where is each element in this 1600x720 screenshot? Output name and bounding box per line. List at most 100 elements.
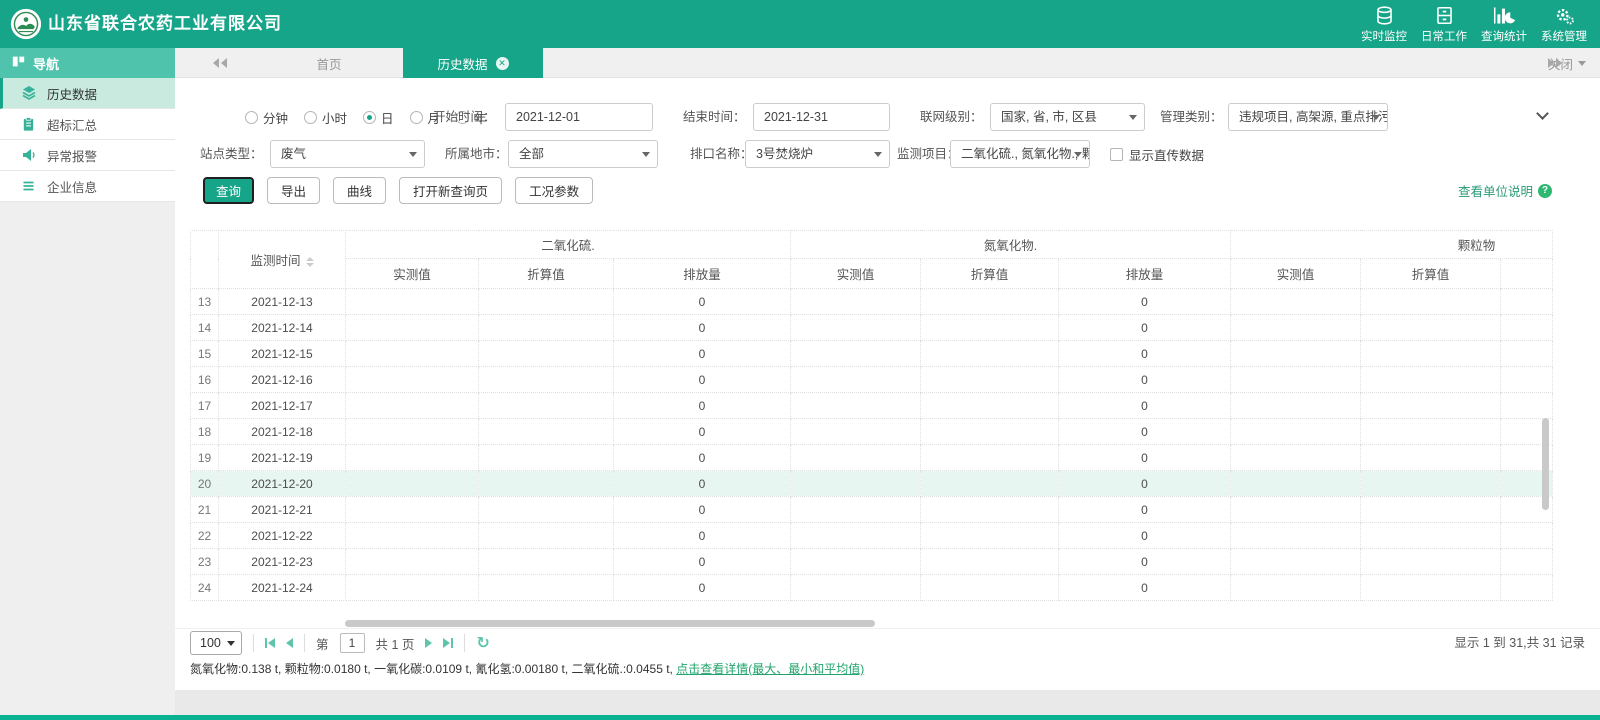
table-row[interactable]: 21 2021-12-21 0 0 <box>190 496 1554 523</box>
bottom-accent-bar <box>0 715 1600 720</box>
station-type-select[interactable]: 废气 <box>270 140 425 168</box>
network-level-label: 联网级别： <box>920 110 983 124</box>
top-nav-query-statistics[interactable]: 查询统计 <box>1474 0 1534 48</box>
top-nav-system-management[interactable]: 系统管理 <box>1534 0 1594 48</box>
sidebar-title: 导航 <box>33 56 60 72</box>
chevron-down-icon <box>409 152 417 157</box>
manage-type-label: 管理类别： <box>1160 110 1223 124</box>
operating-params-button[interactable]: 工况参数 <box>515 177 594 204</box>
sidebar: 导航 历史数据 超标汇总 异常报警 企业信息 <box>0 48 175 715</box>
first-page-button[interactable] <box>265 638 275 648</box>
period-radio-hour[interactable]: 小时 <box>304 108 347 127</box>
period-radio-day[interactable]: 日 <box>363 108 394 127</box>
end-time-input[interactable] <box>753 103 890 131</box>
clipboard-icon <box>20 116 37 132</box>
sort-icon[interactable] <box>305 256 314 267</box>
unit-help-link[interactable]: 查看单位说明 ? <box>1458 177 1552 204</box>
list-icon <box>20 179 37 193</box>
nav-panel-icon <box>12 55 25 71</box>
table-row[interactable]: 18 2021-12-18 0 0 <box>190 418 1554 445</box>
sidebar-item-abnormal-alarm[interactable]: 异常报警 <box>0 140 175 171</box>
radio-circle-icon <box>409 110 423 124</box>
radio-circle-icon <box>245 110 258 124</box>
sidebar-item-enterprise-info[interactable]: 企业信息 <box>0 171 175 202</box>
page-prefix-label: 第 <box>316 637 329 652</box>
tabbar-right: 关闭 <box>1547 48 1586 78</box>
page-size-select[interactable]: 100 <box>190 631 242 655</box>
start-time-input[interactable] <box>505 103 653 131</box>
radio-circle-icon <box>363 110 377 124</box>
monitor-items-select[interactable]: 二氧化硫., 氮氧化物., 颗粒物 <box>950 140 1090 168</box>
question-mark-icon: ? <box>1538 183 1552 198</box>
next-page-button[interactable] <box>425 638 433 648</box>
table-row[interactable]: 17 2021-12-17 0 0 <box>190 392 1554 419</box>
sidebar-menu: 历史数据 超标汇总 异常报警 企业信息 <box>0 78 175 202</box>
manage-type-select[interactable]: 违规项目, 高架源, 重点排污 <box>1228 103 1388 131</box>
database-icon <box>1374 5 1395 25</box>
row-number-header <box>190 230 219 289</box>
chevron-down-icon <box>1578 60 1586 66</box>
page-title: 山东省联合农药工业有限公司 <box>48 14 282 33</box>
column-header-cut <box>1500 258 1554 289</box>
vertical-scrollbar-thumb[interactable] <box>1542 418 1549 510</box>
city-label: 所属地市： <box>445 147 508 161</box>
prev-page-button[interactable] <box>286 638 293 648</box>
chevron-down-icon <box>227 641 235 646</box>
table-header-cols-row: 实测值 折算值 排放量 实测值 折算值 排放量 实测值 折算值 <box>191 258 1554 289</box>
chevron-down-icon <box>1074 152 1082 157</box>
pagination-bar: 100 第 共 1 页 ↻ 显示 1 到 31,共 31 记录 <box>175 628 1600 656</box>
refresh-icon[interactable]: ↻ <box>476 633 489 653</box>
top-nav-realtime-monitoring[interactable]: 实时监控 <box>1354 0 1414 48</box>
curve-button[interactable]: 曲线 <box>333 177 387 204</box>
city-select[interactable]: 全部 <box>508 140 658 168</box>
sidebar-item-history-data[interactable]: 历史数据 <box>0 78 175 109</box>
data-table: 监测时间 二氧化硫. 氮氧化物. 颗粒物 实测值 折算值 排放量 实测值 折算值 排放量 实测值… <box>190 230 1554 601</box>
table-row[interactable]: 24 2021-12-24 0 0 <box>190 574 1554 601</box>
start-time-label: 开始时间： <box>433 110 496 124</box>
column-header-time[interactable]: 监测时间 <box>218 230 346 289</box>
table-row[interactable]: 15 2021-12-15 0 0 <box>190 340 1554 367</box>
tab-home[interactable]: 首页 <box>293 48 365 78</box>
company-logo <box>10 8 42 40</box>
main-content: 分钟 小时 日 月 年 开始时间： 结束时间： 联网级别： 国家, 省, 市, … <box>175 78 1600 690</box>
tab-close-icon[interactable]: ✕ <box>495 56 509 70</box>
table-row[interactable]: 16 2021-12-16 0 0 <box>190 366 1554 393</box>
table-row[interactable]: 14 2021-12-14 0 0 <box>190 314 1554 341</box>
cabinet-icon <box>1435 5 1454 25</box>
open-new-query-button[interactable]: 打开新查询页 <box>399 177 503 204</box>
period-radio-minute[interactable]: 分钟 <box>245 108 288 127</box>
table-row[interactable]: 13 2021-12-13 0 0 <box>190 288 1554 315</box>
gears-icon <box>1554 5 1575 25</box>
show-direct-data-checkbox[interactable]: 显示直传数据 <box>1110 140 1204 168</box>
totals-summary: 氮氧化物:0.138 t, 颗粒物:0.0180 t, 一氧化碳:0.0109 … <box>190 662 865 676</box>
collapse-filters-icon[interactable] <box>1536 107 1549 120</box>
query-button[interactable]: 查询 <box>203 177 255 204</box>
tabs-scroll-right-icon[interactable] <box>1547 48 1562 78</box>
tab-history-data[interactable]: 历史数据 ✕ <box>403 48 543 78</box>
export-button[interactable]: 导出 <box>267 177 321 204</box>
sidebar-item-exceedance-summary[interactable]: 超标汇总 <box>0 109 175 140</box>
chevron-down-icon <box>642 152 650 157</box>
chevron-down-icon <box>1129 115 1137 120</box>
outlet-label: 排口名称： <box>690 147 753 161</box>
layers-icon <box>20 85 37 101</box>
table-row[interactable]: 19 2021-12-19 0 0 <box>190 444 1554 471</box>
column-header: 实测值 <box>790 258 922 289</box>
last-page-button[interactable] <box>443 638 454 648</box>
chevron-down-icon <box>874 152 882 157</box>
table-row[interactable]: 22 2021-12-22 0 0 <box>190 522 1554 549</box>
outlet-select[interactable]: 3号焚烧炉 <box>745 140 890 168</box>
chart-icon <box>1493 5 1516 25</box>
page-total-label: 共 1 页 <box>375 637 415 652</box>
network-level-select[interactable]: 国家, 省, 市, 区县 <box>990 103 1145 131</box>
page-number-input[interactable] <box>339 633 365 653</box>
detail-link[interactable]: 点击查看详情(最大、最小和平均值) <box>676 662 864 676</box>
table-row[interactable]: 20 2021-12-20 0 0 <box>190 470 1554 497</box>
table-row[interactable]: 23 2021-12-23 0 0 <box>190 548 1554 575</box>
app-header: 山东省联合农药工业有限公司 实时监控 日常工作 查询统计 系统管理 <box>0 0 1600 48</box>
horizontal-scrollbar-thumb[interactable] <box>345 620 875 627</box>
radio-circle-icon <box>304 110 318 124</box>
sidebar-header: 导航 <box>0 48 175 78</box>
speaker-icon <box>20 147 37 163</box>
top-nav-daily-work[interactable]: 日常工作 <box>1414 0 1474 48</box>
